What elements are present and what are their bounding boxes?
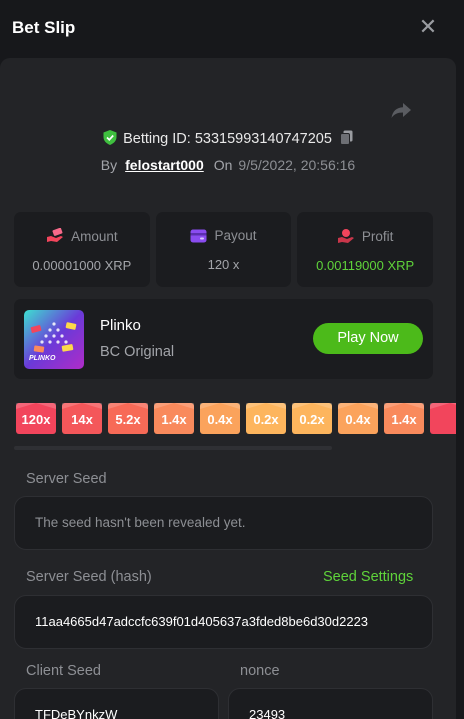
- multiplier-chip: 5.2x: [108, 403, 148, 434]
- multiplier-chip: 0.2x: [246, 403, 286, 434]
- server-seed-hash-field[interactable]: 11aa4665d47adccfc639f01d405637a3fded8be6…: [14, 595, 433, 649]
- play-now-button[interactable]: Play Now: [313, 323, 423, 354]
- multiplier-chip: 1.4x: [154, 403, 194, 434]
- bet-details-panel: Betting ID: 53315993140747205 By felostar…: [0, 58, 456, 719]
- multiplier-chip: 120x: [16, 403, 56, 434]
- wallet-card-icon: [190, 229, 207, 242]
- multiplier-chip: 1.4x: [384, 403, 424, 434]
- profit-label: Profit: [361, 228, 394, 244]
- bet-byline: By felostart000 On 9/5/2022, 20:56:16: [0, 157, 456, 173]
- game-provider: BC Original: [100, 344, 175, 360]
- multiplier-chip: 0.4x: [338, 403, 378, 434]
- shield-check-icon: [103, 130, 117, 145]
- betting-id-label: Betting ID:: [123, 131, 191, 147]
- multiplier-chip: 14x: [62, 403, 102, 434]
- bet-slip-header: Bet Slip ✕: [0, 0, 464, 58]
- game-card: PLINKO Plinko BC Original Play Now: [14, 299, 433, 379]
- money-hand-icon: [47, 228, 64, 242]
- server-seed-field: The seed hasn't been revealed yet.: [14, 496, 433, 550]
- client-seed-field[interactable]: TFDeBYnkzW: [14, 688, 219, 719]
- nonce-label: nonce: [240, 663, 280, 679]
- bet-stats: Amount 0.00001000 XRP Payout 120 x Profi…: [14, 212, 434, 287]
- copy-icon[interactable]: [339, 130, 353, 145]
- client-seed-label: Client Seed: [26, 663, 101, 679]
- game-name: Plinko: [100, 317, 141, 334]
- amount-value: 0.00001000 XRP: [32, 258, 132, 273]
- share-icon[interactable]: [390, 100, 412, 120]
- multiplier-strip: 120x 14x 5.2x 1.4x 0.4x 0.2x 0.2x 0.4x 1.4x: [16, 403, 456, 435]
- on-label: On: [213, 157, 233, 173]
- thumbnail-text: PLINKO: [29, 355, 56, 362]
- close-icon[interactable]: ✕: [418, 16, 438, 38]
- username-link[interactable]: felostart000: [125, 157, 204, 173]
- bet-date: 9/5/2022, 20:56:16: [238, 157, 356, 173]
- dialog-title: Bet Slip: [12, 18, 76, 37]
- amount-label: Amount: [71, 228, 118, 244]
- stat-amount: Amount 0.00001000 XRP: [14, 212, 150, 287]
- betting-id-value: 53315993140747205: [194, 131, 332, 147]
- profit-value: 0.00119000 XRP: [316, 258, 415, 273]
- stat-profit: Profit 0.00119000 XRP: [297, 212, 434, 287]
- plinko-thumbnail[interactable]: PLINKO: [24, 310, 84, 369]
- multiplier-chip: 0.4x: [200, 403, 240, 434]
- multiplier-chip: 0.2x: [292, 403, 332, 434]
- multiplier-chip-partial: [430, 403, 456, 434]
- server-seed-label: Server Seed: [26, 471, 107, 487]
- payout-value: 120 x: [207, 257, 240, 272]
- multiplier-scrollbar[interactable]: [14, 446, 332, 450]
- stat-payout: Payout 120 x: [155, 212, 292, 287]
- profit-hand-icon: [337, 229, 354, 243]
- payout-label: Payout: [214, 228, 257, 243]
- betting-id-line: Betting ID: 53315993140747205: [0, 130, 456, 147]
- nonce-field[interactable]: 23493: [228, 688, 433, 719]
- seed-settings-link[interactable]: Seed Settings: [323, 569, 413, 585]
- server-seed-hash-label: Server Seed (hash): [26, 569, 152, 585]
- by-label: By: [100, 157, 118, 173]
